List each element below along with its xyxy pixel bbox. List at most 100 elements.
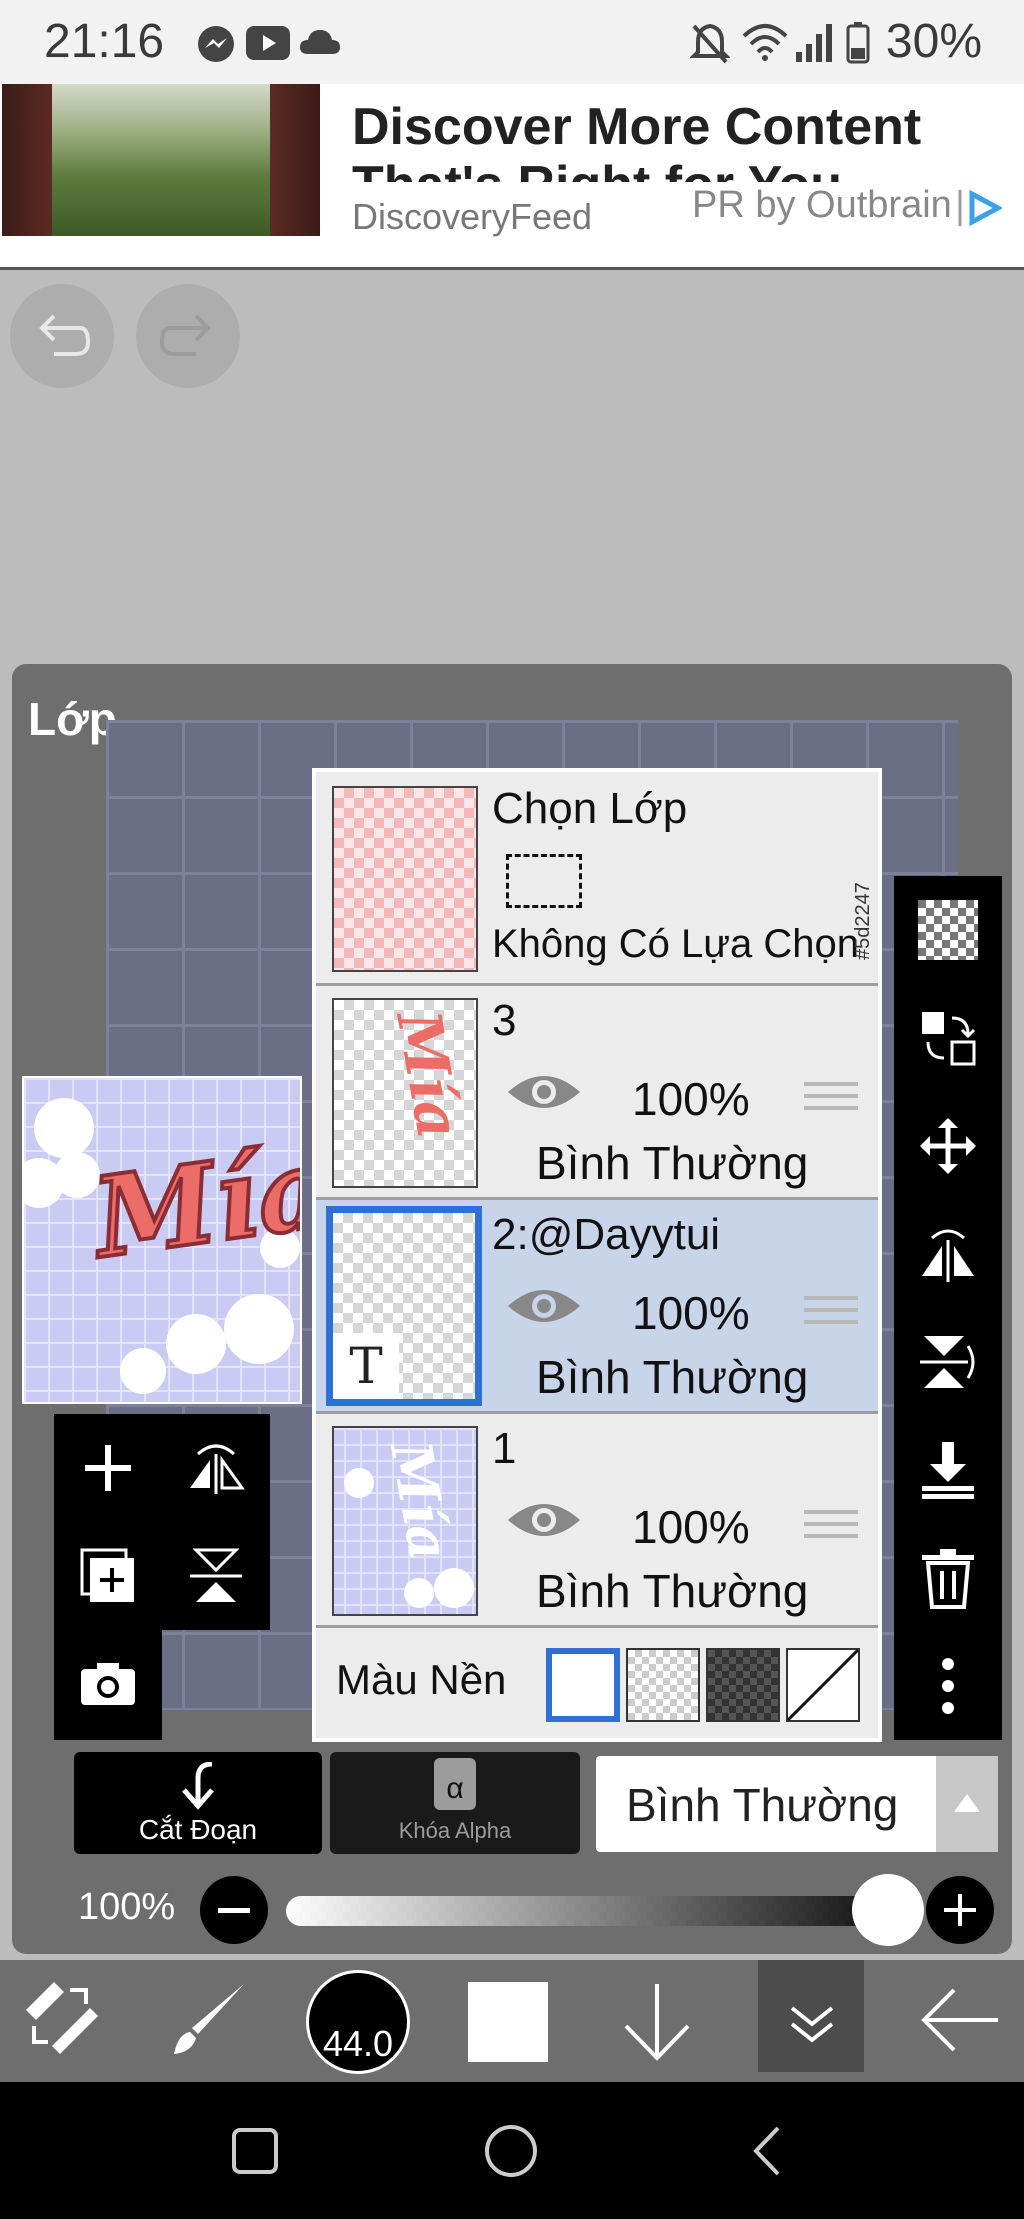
flip-vertical-button[interactable] bbox=[162, 1522, 270, 1630]
layer-thumbnail-artwork: Mía bbox=[382, 1005, 474, 1145]
flip-vertical-icon bbox=[190, 1548, 242, 1602]
preview-dot bbox=[120, 1348, 166, 1394]
background-transparent-swatch[interactable] bbox=[626, 1648, 700, 1722]
flip-vertical-right-button[interactable] bbox=[894, 1308, 1002, 1416]
delete-layer-button[interactable] bbox=[894, 1524, 1002, 1632]
layer-name: 2:@Dayytui bbox=[492, 1210, 721, 1259]
ad-sponsor-label[interactable]: PR by Outbrain bbox=[692, 184, 952, 227]
selection-status: Không Có Lựa Chọn bbox=[492, 922, 860, 966]
visibility-eye-icon[interactable] bbox=[506, 1496, 582, 1544]
redo-icon bbox=[159, 314, 211, 356]
arrow-back-icon[interactable] bbox=[920, 1988, 1000, 2052]
trash-icon bbox=[922, 1549, 974, 1609]
alpha-lock-button[interactable]: α Khóa Alpha bbox=[330, 1752, 580, 1854]
selection-layer-thumbnail bbox=[332, 786, 478, 972]
preview-artwork-text: Mía bbox=[84, 1120, 302, 1284]
drag-handle-icon[interactable] bbox=[804, 1296, 858, 1332]
outbrain-icon[interactable] bbox=[958, 188, 1002, 228]
more-options-button[interactable] bbox=[894, 1632, 1002, 1740]
chevron-double-down-icon bbox=[790, 2006, 834, 2043]
redo-button[interactable] bbox=[136, 284, 240, 388]
arrow-down-icon[interactable] bbox=[622, 1982, 692, 2062]
checkerboard-icon bbox=[918, 900, 978, 960]
swap-icon bbox=[922, 1012, 976, 1066]
canvas-preview[interactable]: Mía bbox=[22, 1076, 302, 1404]
brush-size-value: 44.0 bbox=[322, 2023, 394, 2064]
right-toolbar bbox=[894, 876, 1002, 1740]
selection-layer-row[interactable]: Chọn Lớp Không Có Lựa Chọn bbox=[316, 772, 878, 986]
undo-button[interactable] bbox=[10, 284, 114, 388]
background-none-swatch[interactable] bbox=[786, 1648, 860, 1722]
color-swatch-button[interactable] bbox=[468, 1982, 548, 2062]
opacity-slider-knob[interactable] bbox=[852, 1874, 924, 1946]
drag-handle-icon[interactable] bbox=[804, 1510, 858, 1546]
add-copy-layer-button[interactable] bbox=[54, 1522, 162, 1630]
preview-dot bbox=[224, 1294, 294, 1364]
flip-horizontal-button[interactable] bbox=[162, 1414, 270, 1522]
battery-percent: 30% bbox=[885, 15, 982, 68]
swap-layer-button[interactable] bbox=[894, 984, 1002, 1092]
flip-horizontal-right-button[interactable] bbox=[894, 1200, 1002, 1308]
more-vertical-icon bbox=[942, 1658, 954, 1714]
flip-vertical-icon bbox=[920, 1336, 975, 1388]
clipping-label: Cắt Đoạn bbox=[138, 1814, 258, 1845]
clipping-button[interactable]: Cắt Đoạn bbox=[74, 1752, 322, 1854]
ad-headline[interactable]: Discover More Content That's Right for Y… bbox=[352, 98, 1012, 182]
move-button[interactable] bbox=[894, 1092, 1002, 1200]
home-icon[interactable] bbox=[484, 2124, 538, 2178]
layers-button[interactable] bbox=[758, 1960, 864, 2072]
brush-size-button[interactable]: 44.0 bbox=[306, 1970, 410, 2074]
alpha-lock-label: Khóa Alpha bbox=[398, 1818, 512, 1843]
drag-handle-icon[interactable] bbox=[804, 1082, 858, 1118]
back-icon[interactable] bbox=[752, 2126, 782, 2176]
opacity-increase-button[interactable] bbox=[926, 1876, 994, 1944]
transform-tool-icon[interactable] bbox=[24, 1980, 100, 2056]
ad-image-door-left bbox=[2, 84, 52, 236]
transparency-button[interactable] bbox=[894, 876, 1002, 984]
layer-row-selected[interactable]: T 2:@Dayytui 100% Bình Thường bbox=[316, 1200, 878, 1414]
caret-up-icon bbox=[954, 1794, 980, 1812]
add-copy-icon bbox=[80, 1548, 134, 1602]
status-time: 21:16 bbox=[44, 15, 165, 68]
layer-thumbnail-artwork: Mía bbox=[376, 1436, 463, 1566]
mute-icon bbox=[690, 23, 730, 64]
blend-dropdown-toggle[interactable] bbox=[936, 1756, 998, 1852]
opacity-slider-track[interactable] bbox=[286, 1896, 900, 1926]
camera-button[interactable] bbox=[54, 1630, 162, 1738]
clip-arrow-icon bbox=[182, 1762, 214, 1810]
brush-tool-icon[interactable] bbox=[168, 1980, 248, 2060]
thumb-dot bbox=[404, 1578, 434, 1608]
layer-thumbnail: Mía bbox=[332, 998, 478, 1188]
system-nav-bar bbox=[0, 2082, 1024, 2219]
minus-icon bbox=[218, 1908, 250, 1913]
layer-tools-box bbox=[54, 1414, 270, 1630]
ad-image-door-right bbox=[270, 84, 320, 236]
plus-icon bbox=[85, 1445, 131, 1491]
text-layer-badge: T bbox=[333, 1333, 399, 1399]
opacity-decrease-button[interactable] bbox=[200, 1876, 268, 1944]
add-layer-button[interactable] bbox=[54, 1414, 162, 1522]
camera-icon bbox=[81, 1663, 135, 1705]
layers-list: Chọn Lớp Không Có Lựa Chọn Mía 3 100% Bì… bbox=[312, 768, 882, 1742]
background-dark-swatch[interactable] bbox=[706, 1648, 780, 1722]
flip-horizontal-icon bbox=[190, 1444, 245, 1494]
blend-mode-select[interactable]: Bình Thường bbox=[596, 1756, 998, 1852]
layer-row[interactable]: Mía 1 100% Bình Thường bbox=[316, 1414, 878, 1628]
layer-blend-mode: Bình Thường bbox=[536, 1565, 809, 1617]
selection-layer-title: Chọn Lớp bbox=[492, 784, 688, 833]
merge-down-icon bbox=[922, 1442, 974, 1499]
visibility-eye-icon[interactable] bbox=[506, 1282, 582, 1330]
merge-down-button[interactable] bbox=[894, 1416, 1002, 1524]
recent-apps-icon[interactable] bbox=[232, 2128, 278, 2174]
camera-tool-box bbox=[54, 1630, 162, 1740]
layer-thumbnail: T bbox=[326, 1206, 482, 1406]
plus-icon bbox=[944, 1894, 976, 1926]
layer-row[interactable]: Mía 3 100% Bình Thường bbox=[316, 986, 878, 1200]
bottom-toolbar: 44.0 bbox=[0, 1960, 1024, 2082]
ad-banner[interactable]: Discover More Content That's Right for Y… bbox=[0, 84, 1024, 270]
visibility-eye-icon[interactable] bbox=[506, 1068, 582, 1116]
undo-icon bbox=[39, 314, 91, 356]
background-white-swatch[interactable] bbox=[546, 1648, 620, 1722]
messenger-icon bbox=[198, 26, 234, 62]
layer-blend-mode: Bình Thường bbox=[536, 1137, 809, 1189]
